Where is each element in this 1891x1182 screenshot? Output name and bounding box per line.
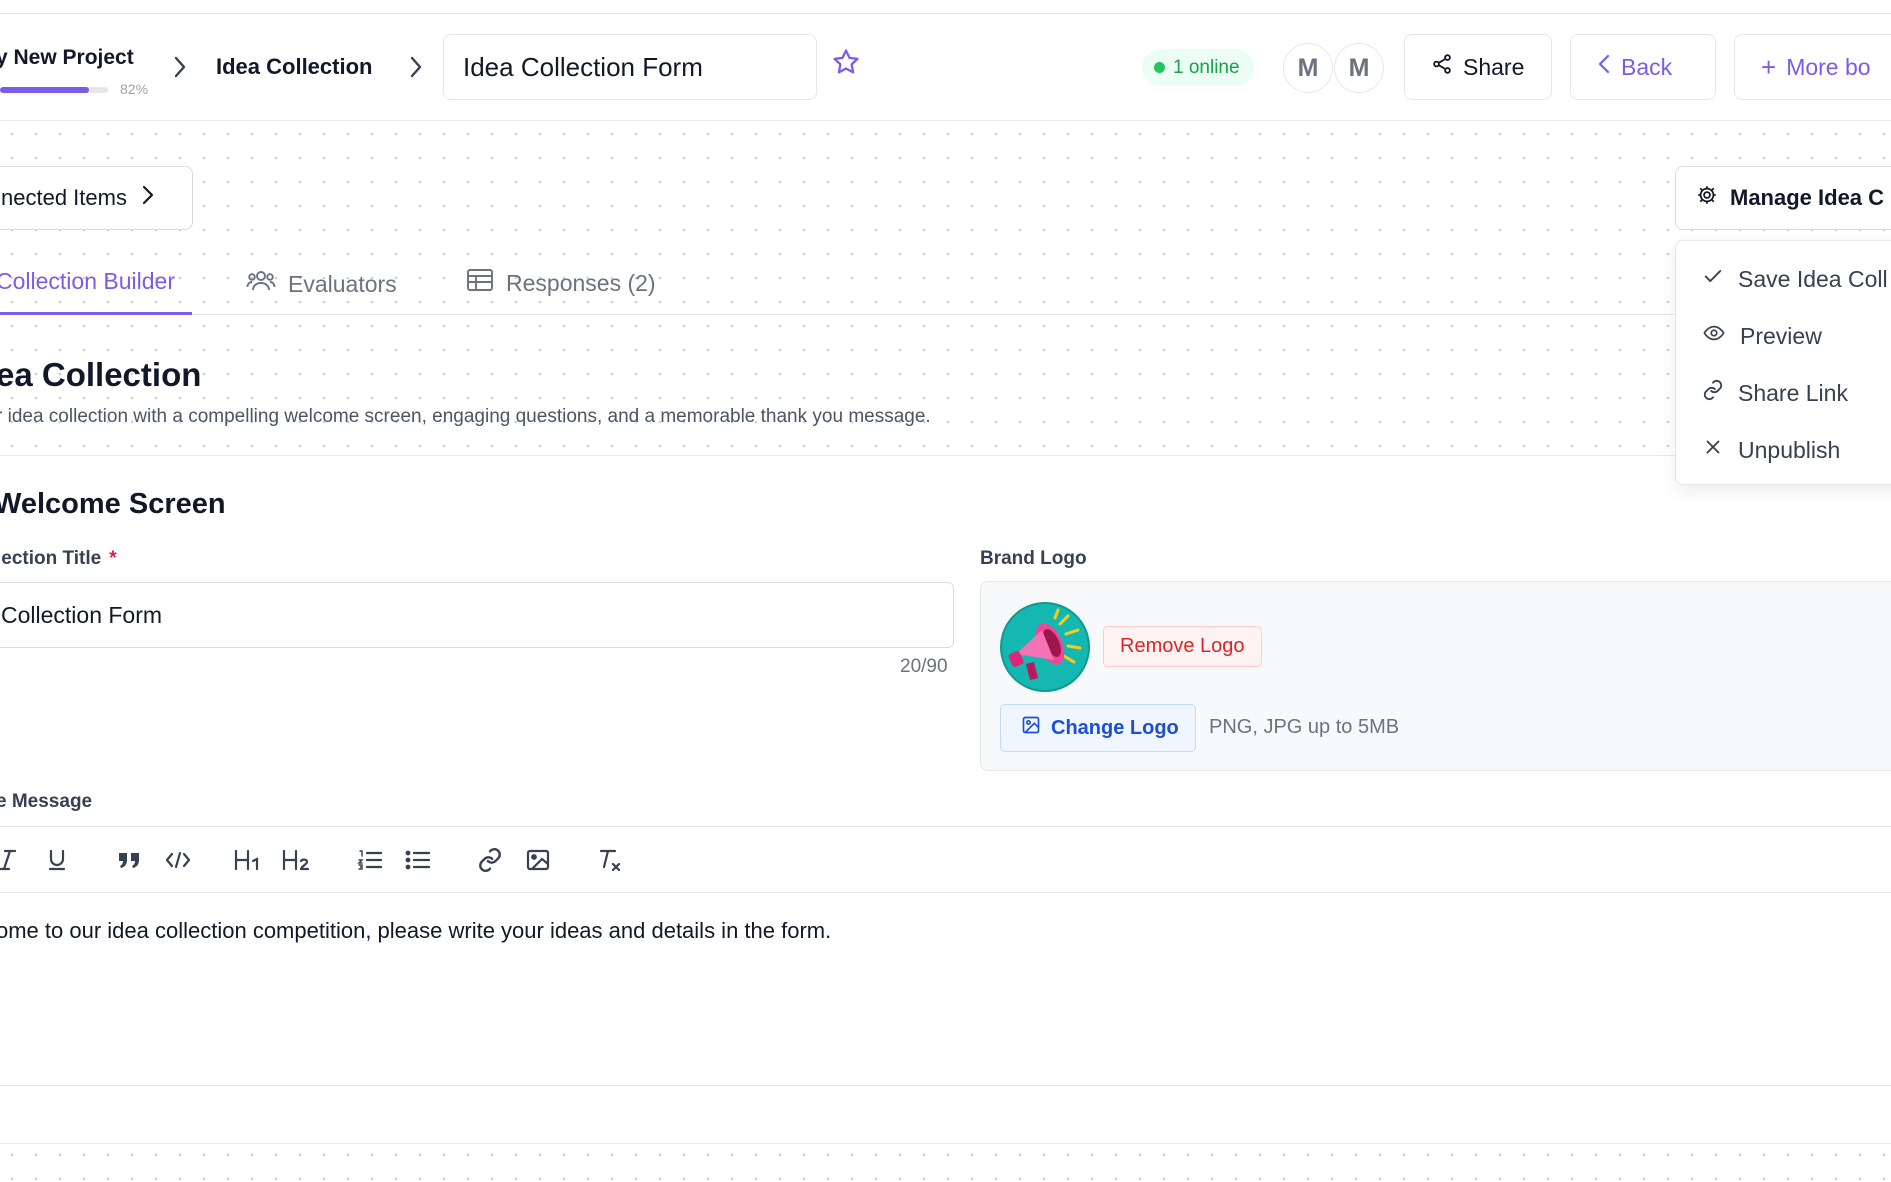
heading1-icon[interactable] [233,844,263,876]
connected-items-label: nected Items [1,185,127,210]
back-button[interactable]: Back [1570,34,1716,100]
ordered-list-icon[interactable] [356,844,384,876]
clear-format-icon[interactable] [596,844,624,876]
brand-logo-image [1000,602,1090,697]
menu-item-label: Save Idea Coll [1738,265,1888,292]
builder-content [0,456,1891,1143]
welcome-message-label: e Message [0,791,93,812]
online-dot-icon [1154,62,1165,73]
avatar[interactable]: M [1283,43,1333,93]
eye-icon [1702,322,1726,350]
dotted-canvas-background-bottom [0,1143,1891,1182]
menu-item-label: Unpublish [1738,436,1841,463]
favorite-star-icon[interactable] [831,47,861,82]
collection-title-input[interactable]: Collection Form [0,582,954,648]
menu-item-share-link[interactable]: Share Link [1702,379,1848,407]
heading2-icon[interactable] [281,844,313,876]
italic-icon[interactable] [0,844,20,876]
share-icon [1431,53,1453,81]
breadcrumb-idea-collection[interactable]: Idea Collection [216,54,372,80]
change-logo-button[interactable]: Change Logo [1000,704,1196,752]
project-progress-fill [0,87,89,93]
tab-label: Evaluators [288,270,397,297]
menu-item-unpublish[interactable]: Unpublish [1702,436,1840,464]
quote-icon[interactable] [116,844,142,876]
project-progress-text: 82% [120,81,149,97]
manage-label: Manage Idea C [1730,185,1885,210]
gear-icon [1696,184,1718,212]
check-icon [1702,265,1724,293]
page-subtitle: r idea collection with a compelling welc… [0,406,931,427]
more-button[interactable]: + More bo [1734,34,1891,100]
required-marker: * [109,548,117,569]
brand-logo-label: Brand Logo [980,548,1087,569]
title-char-counter: 20/90 [900,656,948,677]
online-status-badge: 1 online [1142,49,1254,86]
table-icon [466,268,494,298]
share-label: Share [1463,53,1525,80]
tab-label: Responses (2) [506,269,656,296]
manage-dropdown-menu: Save Idea Coll Preview Share Link Unpubl… [1675,240,1891,485]
link-icon [1702,379,1724,407]
connected-items-button[interactable]: nected Items [0,166,193,230]
chevron-right-icon [141,184,155,212]
breadcrumb-project-name[interactable]: y New Project [0,46,134,70]
online-text: 1 online [1173,56,1240,78]
section-title-welcome: Welcome Screen [0,488,226,520]
bullet-list-icon[interactable] [404,844,432,876]
users-icon [246,268,276,300]
link-icon[interactable] [476,844,504,876]
logo-upload-hint: PNG, JPG up to 5MB [1209,716,1400,738]
change-logo-label: Change Logo [1051,716,1179,739]
chevron-left-icon [1597,53,1611,81]
tab-collection-builder[interactable]: Collection Builder [0,268,175,295]
code-icon[interactable] [164,844,192,876]
active-tab-indicator [0,312,192,315]
plus-icon: + [1761,51,1777,82]
menu-item-label: Preview [1740,322,1822,349]
menu-item-save[interactable]: Save Idea Coll [1702,265,1888,293]
breadcrumb-chevron-icon [408,54,424,85]
more-label: More bo [1786,53,1871,80]
tab-responses[interactable]: Responses (2) [466,268,656,298]
image-icon[interactable] [524,844,552,876]
image-icon [1021,715,1041,741]
menu-item-label: Share Link [1738,379,1848,406]
tab-evaluators[interactable]: Evaluators [246,268,397,300]
back-label: Back [1621,53,1673,80]
breadcrumb-chevron-icon [172,54,188,85]
remove-logo-button[interactable]: Remove Logo [1103,626,1262,667]
share-button[interactable]: Share [1404,34,1552,100]
menu-item-preview[interactable]: Preview [1702,322,1822,350]
underline-icon[interactable] [44,844,70,876]
welcome-message-editor[interactable]: ome to our idea collection competition, … [0,918,831,944]
collection-title-label: lection Title * [0,548,117,570]
page-title: ea Collection [0,356,202,393]
field-label-text: lection Title [0,548,102,569]
manage-idea-collection-button[interactable]: Manage Idea C [1675,166,1891,230]
form-title-input[interactable]: Idea Collection Form [443,34,817,100]
x-icon [1702,436,1724,464]
tab-label: Collection Builder [0,268,175,294]
avatar[interactable]: M [1334,43,1384,93]
